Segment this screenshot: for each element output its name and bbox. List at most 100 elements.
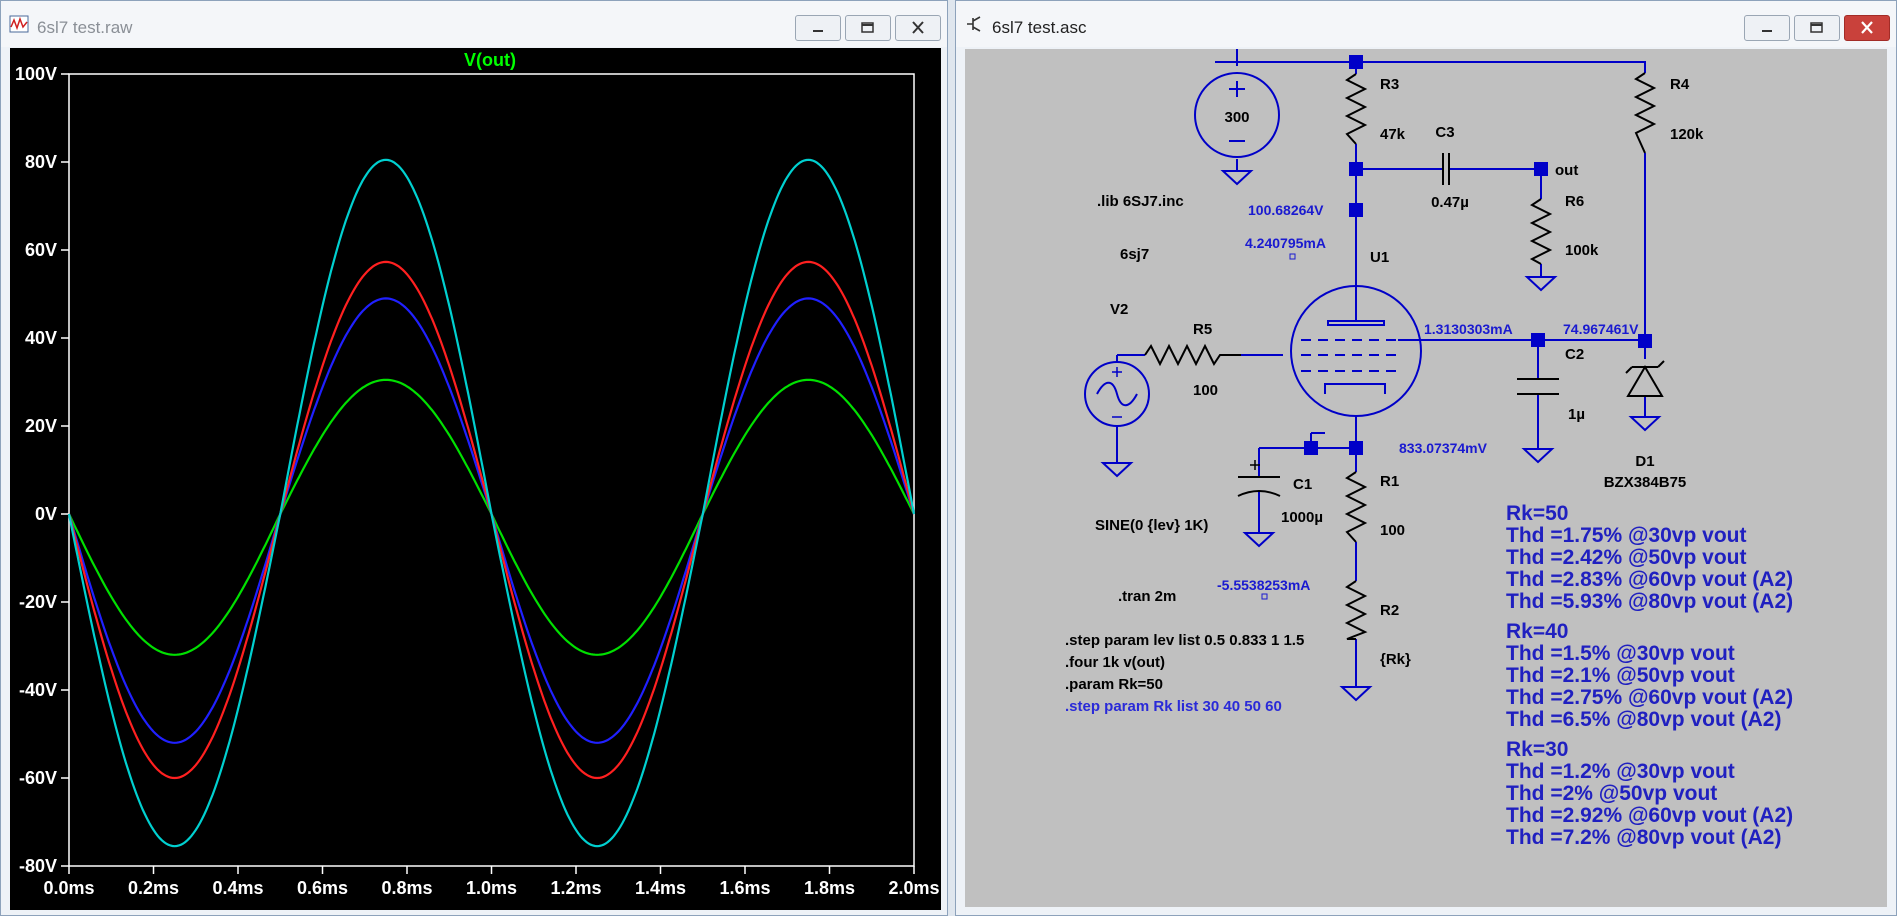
screen-current-probe: 1.3130303mA xyxy=(1424,321,1513,337)
ground-symbol xyxy=(1521,448,1555,464)
v2-source-spec[interactable]: SINE(0 {lev} 1K) xyxy=(1095,517,1208,534)
c1-value: 1000µ xyxy=(1281,509,1323,526)
y-tick-label: -40V xyxy=(19,680,57,700)
schematic-canvas[interactable]: 300 R3 47k R4 120k C3 0.47µ out R6 100k … xyxy=(965,49,1887,907)
y-tick-label: 40V xyxy=(25,328,57,348)
model-label[interactable]: 6sj7 xyxy=(1120,246,1149,263)
waveform-app-icon xyxy=(9,15,29,33)
waveform-window: 6sl7 test.raw V(out) 100V 80V 60V 40V 20V 0V -… xyxy=(0,0,948,916)
v1-voltage-source[interactable]: 300 xyxy=(1194,72,1280,158)
restore-icon xyxy=(861,22,874,33)
schematic-titlebar[interactable]: 6sl7 test.asc xyxy=(956,1,1896,47)
step-rk-directive[interactable]: .step param Rk list 30 40 50 60 xyxy=(1065,698,1282,715)
schematic-app-icon xyxy=(967,16,981,32)
r3-value: 47k xyxy=(1380,126,1406,143)
thd-line: Thd =2.1% @50vp vout xyxy=(1506,664,1735,687)
x-tick-label: 0.0ms xyxy=(43,878,94,898)
waveform-plot[interactable]: V(out) 100V 80V 60V 40V 20V 0V -20V -40V -60V -80… xyxy=(10,48,941,910)
resistor-r4[interactable]: R4 120k xyxy=(1633,72,1704,154)
plot-background xyxy=(10,48,941,910)
cathode-voltage-probe: 833.07374mV xyxy=(1399,440,1488,456)
resistor-r6[interactable]: R6 100k xyxy=(1529,193,1599,265)
thd-line: Thd =2.83% @60vp vout (A2) xyxy=(1506,568,1793,591)
thd-line: Thd =6.5% @80vp vout (A2) xyxy=(1506,708,1781,731)
resistor-r1[interactable]: R1 100 xyxy=(1344,471,1405,543)
current-probe-marker xyxy=(1261,593,1268,600)
lib-directive[interactable]: .lib 6SJ7.inc xyxy=(1097,193,1184,210)
thd-line: Thd =2.75% @60vp vout (A2) xyxy=(1506,686,1793,709)
x-tick-label: 2.0ms xyxy=(888,878,939,898)
thd-line: Thd =5.93% @80vp vout (A2) xyxy=(1506,590,1793,613)
param-directive[interactable]: .param Rk=50 xyxy=(1065,676,1163,693)
waveform-titlebar[interactable]: 6sl7 test.raw xyxy=(1,1,947,47)
capacitor-c1[interactable]: C1 1000µ xyxy=(1237,460,1323,526)
tran-directive[interactable]: .tran 2m xyxy=(1118,588,1176,605)
r1-name: R1 xyxy=(1380,473,1399,490)
c2-value: 1µ xyxy=(1568,406,1585,423)
thd-line: Thd =2.92% @60vp vout (A2) xyxy=(1506,804,1793,827)
out-net-label[interactable]: out xyxy=(1555,162,1578,179)
x-tick-label: 0.6ms xyxy=(297,878,348,898)
plot-pane[interactable]: V(out) 100V 80V 60V 40V 20V 0V -20V -40V -60V -80… xyxy=(10,48,941,910)
restore-button[interactable] xyxy=(845,15,891,41)
r5-name: R5 xyxy=(1193,321,1212,338)
x-tick-label: 1.0ms xyxy=(466,878,517,898)
r6-value: 100k xyxy=(1565,242,1599,259)
thd-line: Thd =1.75% @30vp vout xyxy=(1506,524,1746,547)
ground-symbol xyxy=(1628,416,1662,432)
trace-label[interactable]: V(out) xyxy=(464,50,516,70)
restore-button[interactable] xyxy=(1794,15,1840,41)
thd-heading: Rk=50 xyxy=(1506,502,1568,525)
close-icon xyxy=(912,21,924,34)
zener-diode-d1[interactable]: D1 BZX384B75 xyxy=(1604,360,1687,491)
waveform-window-title: 6sl7 test.raw xyxy=(37,18,133,37)
resistor-r3[interactable]: R3 47k xyxy=(1344,73,1406,145)
x-tick-label: 1.4ms xyxy=(635,878,686,898)
four-directive[interactable]: .four 1k v(out) xyxy=(1065,654,1165,671)
thd-line: Thd =2% @50vp vout xyxy=(1506,782,1717,805)
x-tick-label: 0.2ms xyxy=(128,878,179,898)
r1-value: 100 xyxy=(1380,522,1405,539)
v2-name: V2 xyxy=(1110,301,1128,318)
minimize-button[interactable] xyxy=(1744,15,1790,41)
thd-line: Thd =1.5% @30vp vout xyxy=(1506,642,1735,665)
ground-symbol xyxy=(1242,532,1276,548)
plate-current-probe: 4.240795mA xyxy=(1245,235,1326,251)
resistor-r5[interactable]: R5 100 xyxy=(1144,321,1241,399)
ground-symbol xyxy=(1339,686,1373,702)
r4-name: R4 xyxy=(1670,76,1690,93)
thd-line: Thd =7.2% @80vp vout (A2) xyxy=(1506,826,1781,849)
cathode-current-probe: -5.5538253mA xyxy=(1217,577,1310,593)
thd-line: Thd =2.42% @50vp vout xyxy=(1506,546,1746,569)
d1-name: D1 xyxy=(1635,453,1654,470)
d1-value: BZX384B75 xyxy=(1604,474,1687,491)
x-tick-label: 1.6ms xyxy=(719,878,770,898)
y-tick-label: 100V xyxy=(15,64,57,84)
close-button[interactable] xyxy=(1844,15,1890,41)
x-tick-label: 0.8ms xyxy=(381,878,432,898)
x-tick-label: 0.4ms xyxy=(212,878,263,898)
y-tick-label: 80V xyxy=(25,152,57,172)
step-lev-directive[interactable]: .step param lev list 0.5 0.833 1 1.5 xyxy=(1065,632,1304,649)
c2-name: C2 xyxy=(1565,346,1584,363)
minimize-icon xyxy=(813,30,823,32)
r2-value: {Rk} xyxy=(1380,651,1411,668)
capacitor-c3[interactable]: C3 0.47µ xyxy=(1431,124,1469,211)
c1-name: C1 xyxy=(1293,476,1312,493)
u1-name: U1 xyxy=(1370,249,1389,266)
close-icon xyxy=(1861,21,1873,34)
capacitor-c2[interactable]: C2 1µ xyxy=(1517,346,1585,423)
c3-name: C3 xyxy=(1435,124,1454,141)
close-button[interactable] xyxy=(895,15,941,41)
schematic-drawing[interactable]: 300 R3 47k R4 120k C3 0.47µ out R6 100k … xyxy=(965,49,1887,907)
current-probe-marker xyxy=(1289,253,1296,260)
thd-heading: Rk=40 xyxy=(1506,620,1568,643)
v2-sine-source[interactable]: V2 xyxy=(1084,301,1150,427)
minimize-button[interactable] xyxy=(795,15,841,41)
thd-notes[interactable]: Rk=50 Thd =1.75% @30vp vout Thd =2.42% @… xyxy=(1506,502,1793,849)
spice-directives[interactable]: .lib 6SJ7.inc 6sj7 .tran 2m .step param … xyxy=(1065,193,1304,715)
thd-line: Thd =1.2% @30vp vout xyxy=(1506,760,1735,783)
r2-name: R2 xyxy=(1380,602,1399,619)
minimize-icon xyxy=(1762,30,1772,32)
x-tick-label: 1.8ms xyxy=(804,878,855,898)
